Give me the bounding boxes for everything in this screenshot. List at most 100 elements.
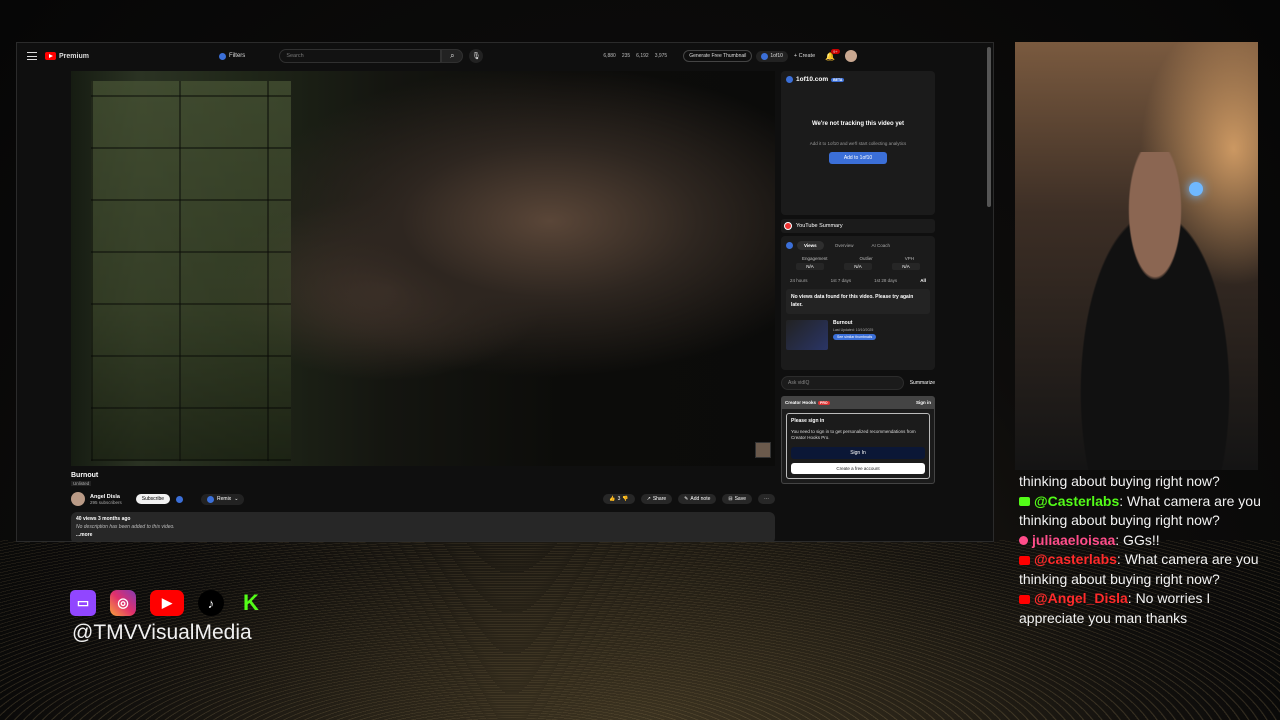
generate-thumbnail-button[interactable]: Generate Free Thumbnail bbox=[683, 50, 753, 62]
creator-hooks-header: Creator Hooks PRO Sign in bbox=[781, 396, 935, 409]
stat-value: 6,192 bbox=[636, 53, 649, 59]
video-title: Burnout bbox=[71, 472, 99, 479]
add-note-button[interactable]: ✎ Add note bbox=[678, 494, 717, 504]
tab-ai-coach[interactable]: AI Coach bbox=[864, 241, 897, 250]
thumbs-up-icon: 👍 bbox=[609, 496, 616, 502]
pro-badge: PRO bbox=[818, 400, 830, 405]
kick-icon bbox=[1019, 497, 1030, 507]
mini-thumbnail[interactable] bbox=[786, 320, 828, 350]
youtube-logo[interactable]: Premium bbox=[45, 52, 89, 60]
description-text: No description has been added to this vi… bbox=[76, 524, 175, 530]
ask-row: Ask vidIQ Summarize bbox=[781, 376, 935, 390]
tenten-header: 1of10.com BETA bbox=[786, 76, 930, 83]
tenten-panel: 1of10.com BETA We're not tracking this v… bbox=[781, 71, 935, 215]
kick-icon: K bbox=[243, 590, 259, 615]
creator-hooks-title: Creator Hooks bbox=[785, 400, 817, 405]
chat-line: @Angel_Disla: No worries I appreciate yo… bbox=[1019, 589, 1274, 628]
tenten-chip[interactable]: 1of10 bbox=[756, 50, 788, 62]
headset-light bbox=[1189, 182, 1203, 196]
period-selector: 24 hours 1st 7 days 1st 28 days All bbox=[786, 278, 930, 283]
metric-value: N/A bbox=[844, 263, 872, 270]
metric-values: N/A N/A N/A bbox=[786, 263, 930, 270]
tenten-subtext: Add it to 1of10 and we'll start collecti… bbox=[809, 141, 907, 146]
add-to-tenten-button[interactable]: Add to 1of10 bbox=[829, 152, 887, 164]
signin-message: You need to sign in to get personalized … bbox=[791, 429, 916, 441]
view-count: 40 views 3 months ago bbox=[76, 516, 131, 522]
twitch-icon: ▭ bbox=[70, 590, 96, 616]
search-input[interactable]: Search bbox=[279, 49, 442, 63]
stat-value: 235 bbox=[621, 53, 631, 59]
notification-badge: 9+ bbox=[831, 48, 840, 54]
right-sidebar: 1of10.com BETA We're not tracking this v… bbox=[781, 71, 935, 484]
please-sign-in-title: Please sign in bbox=[791, 418, 825, 424]
like-button[interactable]: 👍 3 👎 bbox=[603, 494, 635, 504]
summarize-button[interactable]: Summarize bbox=[910, 380, 935, 386]
description-box[interactable]: 40 views 3 months ago No description has… bbox=[71, 512, 775, 541]
voice-search-button[interactable]: 🎙 bbox=[469, 49, 484, 63]
metric-label: VPH bbox=[904, 256, 914, 261]
period-24h[interactable]: 24 hours bbox=[790, 278, 808, 283]
video-player[interactable] bbox=[71, 71, 775, 466]
more-options-button[interactable]: ⋯ bbox=[758, 494, 775, 504]
account-avatar[interactable] bbox=[845, 50, 858, 62]
like-count: 3 bbox=[617, 496, 621, 502]
thumbs-down-icon[interactable]: 👎 bbox=[622, 496, 628, 502]
beta-badge: BETA bbox=[831, 77, 845, 82]
ask-vidiq-input[interactable]: Ask vidIQ bbox=[781, 376, 904, 390]
sign-in-button[interactable]: Sign In bbox=[791, 446, 925, 459]
save-label: Save bbox=[734, 496, 746, 502]
create-account-button[interactable]: Create a free account bbox=[791, 462, 925, 474]
channel-avatar[interactable] bbox=[71, 492, 85, 506]
tab-views[interactable]: Views bbox=[797, 241, 824, 250]
filters-button[interactable]: Filters bbox=[218, 52, 245, 60]
chat-user: @Casterlabs bbox=[1034, 492, 1120, 509]
youtube-icon bbox=[1019, 555, 1030, 565]
share-button[interactable]: ↗ Share bbox=[640, 494, 673, 504]
social-handle: @TMVVisualMedia bbox=[72, 621, 252, 644]
share-icon: ↗ bbox=[646, 496, 651, 502]
chat-user: juliaaeloisaa bbox=[1032, 531, 1116, 548]
search-button[interactable]: ⌕ bbox=[441, 49, 464, 63]
hooks-signin-link[interactable]: Sign in bbox=[916, 400, 931, 405]
youtube-play-icon bbox=[45, 52, 56, 60]
period-7d[interactable]: 1st 7 days bbox=[831, 278, 852, 283]
tenten-inline-icon[interactable] bbox=[176, 495, 184, 503]
tenten-chip-label: 1of10 bbox=[770, 53, 783, 59]
stat-value: 3,975 bbox=[654, 53, 668, 59]
video-actions: 👍 3 👎 ↗ Share ✎ Add note ⊟ Save ⋯ bbox=[603, 494, 775, 504]
player-avatar-overlay[interactable] bbox=[755, 442, 771, 458]
add-note-label: Add note bbox=[690, 496, 711, 502]
show-more-link[interactable]: ...more bbox=[76, 532, 770, 538]
period-28d[interactable]: 1st 28 days bbox=[874, 278, 897, 283]
page-scrollbar[interactable] bbox=[987, 47, 991, 207]
vidiq-icon bbox=[784, 222, 792, 230]
chat-line: thinking about buying right now? bbox=[1019, 472, 1274, 492]
visibility-badge: Unlisted bbox=[71, 481, 92, 486]
stat-value: 6,880 bbox=[603, 53, 616, 59]
chat-text: thinking about buying right now? bbox=[1019, 473, 1220, 489]
tiktok-icon bbox=[1019, 536, 1028, 546]
remix-icon bbox=[207, 495, 215, 503]
similar-thumbnails-button[interactable]: See similar thumbnails bbox=[833, 334, 877, 340]
tab-overview[interactable]: Overview bbox=[828, 241, 861, 250]
channel-stats: 6,880 235 6,192 3,975 bbox=[603, 53, 667, 59]
metric-label: Engagement bbox=[801, 256, 828, 261]
streamer-figure bbox=[1055, 152, 1255, 470]
channel-meta: Angel Disla 295 subscribers bbox=[90, 494, 122, 505]
notifications-button[interactable]: 🔔 9+ bbox=[825, 48, 840, 61]
save-button[interactable]: ⊟ Save bbox=[722, 494, 752, 504]
chevron-down-icon: ⌄ bbox=[234, 496, 239, 502]
youtube-icon: ▶ bbox=[150, 590, 184, 616]
metric-label: Outlier bbox=[859, 256, 873, 261]
summary-logo-icon bbox=[786, 242, 793, 249]
chat-line: juliaaeloisaa: GGs!! bbox=[1019, 531, 1274, 551]
youtube-summary-header[interactable]: YouTube Summary bbox=[781, 219, 935, 233]
subscribe-button[interactable]: Subscribe bbox=[135, 494, 171, 504]
create-button[interactable]: + Create bbox=[794, 53, 815, 59]
chat-line: @casterlabs: What camera are you thinkin… bbox=[1019, 550, 1274, 589]
chat-line: @Casterlabs: What camera are you thinkin… bbox=[1019, 492, 1274, 531]
social-icons: ▭ ◎ ▶ ♪ K bbox=[70, 590, 264, 616]
period-all[interactable]: All bbox=[920, 278, 926, 283]
hamburger-menu-icon[interactable] bbox=[27, 52, 37, 60]
remix-button[interactable]: Remix ⌄ bbox=[201, 493, 245, 505]
